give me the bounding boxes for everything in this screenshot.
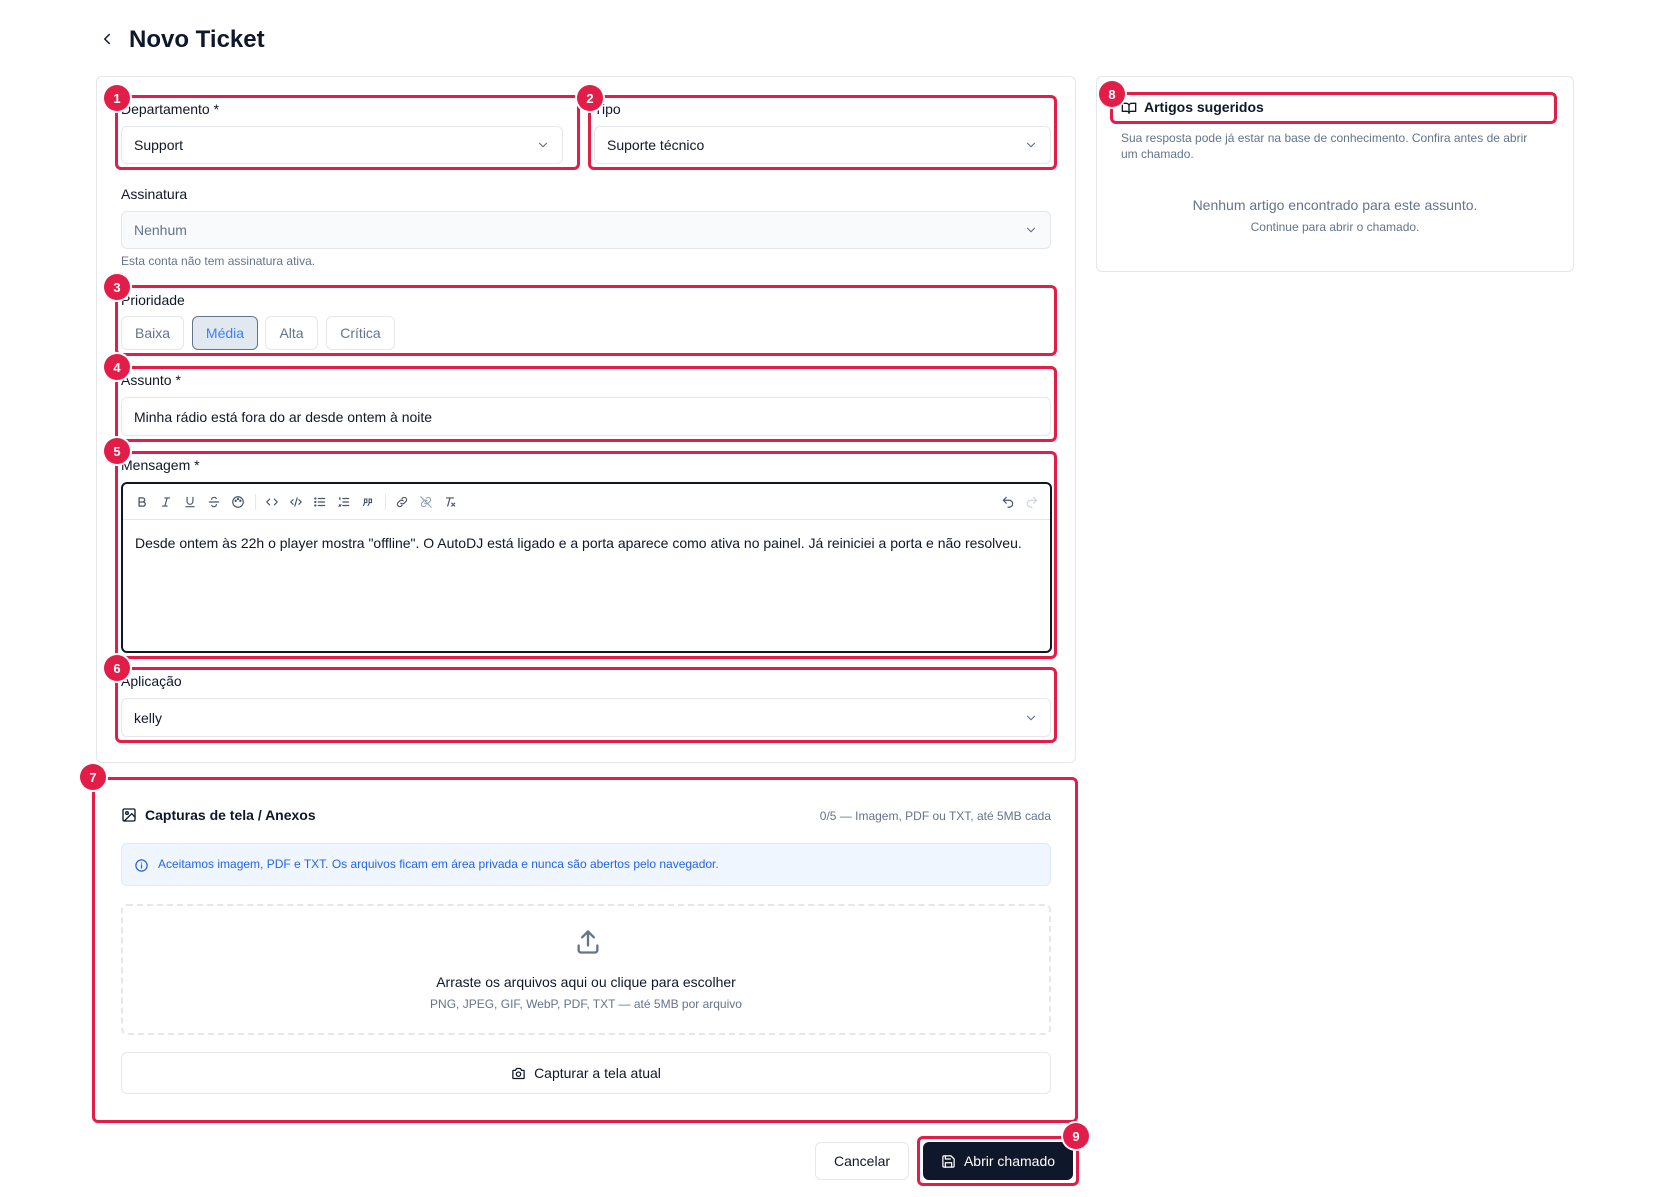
annotation-box-6 [115, 667, 1057, 743]
annotation-box-1 [115, 95, 580, 170]
annotation-box-9 [917, 1136, 1079, 1186]
annotation-badge-8: 8 [1099, 81, 1125, 107]
page-title: Novo Ticket [129, 26, 265, 53]
annotation-badge-4: 4 [104, 354, 130, 380]
annotation-badge-3: 3 [104, 274, 130, 300]
annotation-box-8 [1110, 92, 1557, 124]
signature-value: Nenhum [134, 222, 187, 238]
annotation-badge-9: 9 [1063, 1123, 1089, 1149]
suggested-articles-description-2: um chamado. [1121, 147, 1194, 161]
signature-hint: Esta conta não tem assinatura ativa. [121, 254, 316, 268]
annotation-box-7 [92, 777, 1078, 1123]
signature-label: Assinatura [121, 186, 188, 202]
chevron-left-icon[interactable] [98, 30, 116, 48]
annotation-badge-1: 1 [104, 85, 130, 111]
suggested-articles-description-1: Sua resposta pode já estar na base de co… [1121, 131, 1528, 145]
page: Novo Ticket Departamento * Support Tipo … [0, 0, 1664, 1197]
annotation-box-3 [115, 285, 1057, 356]
annotation-badge-5: 5 [104, 438, 130, 464]
annotation-badge-2: 2 [577, 85, 603, 111]
signature-select[interactable]: Nenhum [121, 211, 1051, 249]
annotation-box-5 [115, 451, 1057, 659]
annotation-box-4 [115, 366, 1057, 442]
annotation-badge-6: 6 [104, 655, 130, 681]
annotation-badge-7: 7 [80, 764, 106, 790]
annotation-box-2 [588, 95, 1057, 170]
chevron-down-icon [1026, 227, 1036, 233]
no-articles-message: Nenhum artigo encontrado para este assun… [1192, 197, 1478, 213]
cancel-button[interactable]: Cancelar [815, 1142, 909, 1180]
no-articles-hint: Continue para abrir o chamado. [1250, 220, 1420, 234]
